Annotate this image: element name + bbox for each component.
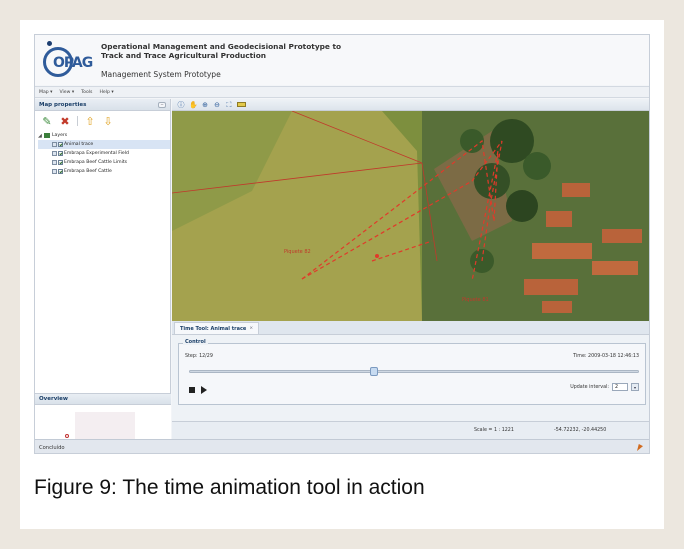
remove-layer-icon[interactable]: ✖ [59,114,71,128]
time-tool-tabbar: Time Tool: Animal trace × [172,321,649,335]
overview-panel: Overview [35,393,171,440]
layer-item[interactable]: Embrapa Beef Cattle [38,167,170,176]
layers-root[interactable]: ◢ Layers [38,131,170,140]
layers-folder-icon [44,133,50,138]
coordinates-readout: -54.72232, -20.44250 [554,428,607,433]
playback-controls [189,386,207,394]
status-bar: Concluído [35,439,649,453]
map-canvas: Piquete 82 Piquete 81 [172,111,649,321]
logo-text: OPAG [53,55,93,71]
layer-label: Embrapa Beef Cattle Limits [64,160,128,165]
map-toolbar: ⓘ ✋ ⊕ ⊖ ⛶ [172,99,649,111]
update-interval-select[interactable]: 2 [612,383,628,391]
info-icon[interactable]: ⓘ [177,101,185,109]
pan-icon[interactable]: ✋ [189,101,198,109]
overview-header: Overview [35,394,171,405]
layer-visibility-checkbox[interactable] [58,160,63,165]
overview-marker-icon [65,434,69,438]
satellite-map[interactable]: Piquete 82 Piquete 81 [172,111,649,321]
control-fieldset: Control Step: 12/29 Time: 2009-03-18 12:… [178,339,646,405]
layer-visibility-checkbox[interactable] [58,151,63,156]
step-readout: Step: 12/29 [185,354,213,359]
chevron-down-icon[interactable]: ▾ [631,383,639,391]
app-title: Operational Management and Geodecisional… [101,42,381,60]
layer-item[interactable]: Embrapa Experimental Field [38,149,170,158]
opag-logo: OPAG [41,41,95,79]
menu-bar: Map ▾ View ▾ Tools Help ▾ [35,86,649,98]
paddock-label: Piquete 81 [462,297,489,303]
stop-button[interactable] [189,387,195,393]
update-interval: Update interval: 2 ▾ [570,383,639,391]
menu-view[interactable]: View ▾ [59,90,74,95]
layer-visibility-checkbox[interactable] [58,142,63,147]
trace-point [375,254,379,258]
time-readout: Time: 2009-03-18 12:46:13 [573,354,639,359]
overview-title: Overview [39,396,68,402]
close-icon[interactable]: × [249,326,253,331]
menu-tools[interactable]: Tools [81,90,92,95]
layers-root-label: Layers [52,133,68,138]
scale-readout: Scale = 1 : 1221 [474,428,514,433]
layer-visibility-checkbox[interactable] [58,169,63,174]
time-tool-panel: Time Tool: Animal trace × Control Step: … [172,321,649,421]
toolbar-divider [77,116,78,126]
layer-toolbar: ✎ ✖ ⇧ ⇩ [35,111,170,131]
time-slider-thumb[interactable] [370,367,378,376]
play-button[interactable] [201,386,207,394]
layer-tree: ◢ Layers Animal trace Embrapa Experiment… [35,131,170,176]
layer-icon [52,151,57,156]
edit-icon [637,444,643,451]
add-layer-icon[interactable]: ✎ [41,114,53,128]
overview-map[interactable] [75,412,135,440]
layer-icon [52,160,57,165]
map-properties-title: Map properties [39,101,87,108]
app-header: OPAG Operational Management and Geodecis… [35,35,649,85]
layer-label: Embrapa Beef Cattle [64,169,112,174]
update-interval-label: Update interval: [570,384,609,390]
app-subtitle: Management System Prototype [101,70,221,79]
menu-map[interactable]: Map ▾ [39,90,52,95]
app-title-line-2: Track and Trace Agricultural Production [101,51,267,60]
figure-caption: Figure 9: The time animation tool in act… [34,476,425,499]
map-scale-bar: Scale = 1 : 1221 -54.72232, -20.44250 [172,421,649,439]
layer-icon [52,169,57,174]
tab-time-tool-animal-trace[interactable]: Time Tool: Animal trace × [174,322,260,334]
layer-icon [52,142,57,147]
logo-dot [47,41,52,46]
move-up-icon[interactable]: ⇧ [84,114,96,128]
zoom-in-icon[interactable]: ⊕ [201,101,209,109]
paddock-label: Piquete 82 [284,249,311,255]
zoom-out-icon[interactable]: ⊖ [213,101,221,109]
figure-card: OPAG Operational Management and Geodecis… [20,20,664,529]
layer-item[interactable]: Embrapa Beef Cattle Limits [38,158,170,167]
map-properties-panel: Map properties − ✎ ✖ ⇧ ⇩ ◢ Layers Animal… [35,99,171,440]
collapse-panel-button[interactable]: − [158,101,166,108]
app-title-line-1: Operational Management and Geodecisional… [101,42,342,51]
layer-label: Animal trace [64,142,94,147]
move-down-icon[interactable]: ⇩ [102,114,114,128]
map-area: ⓘ ✋ ⊕ ⊖ ⛶ Piquete 82 Piquete 81 Time Too… [172,99,649,439]
measure-ruler-icon[interactable] [237,102,246,107]
zoom-extent-icon[interactable]: ⛶ [225,101,233,109]
layer-item[interactable]: Animal trace [38,140,170,149]
layer-label: Embrapa Experimental Field [64,151,129,156]
time-slider[interactable] [189,367,639,376]
application-window: OPAG Operational Management and Geodecis… [34,34,650,454]
menu-help[interactable]: Help ▾ [99,90,113,95]
control-legend: Control [183,339,208,345]
map-properties-header: Map properties − [35,99,170,111]
time-tool-tab-label: Time Tool: Animal trace [180,325,247,332]
status-text: Concluído [39,445,65,451]
